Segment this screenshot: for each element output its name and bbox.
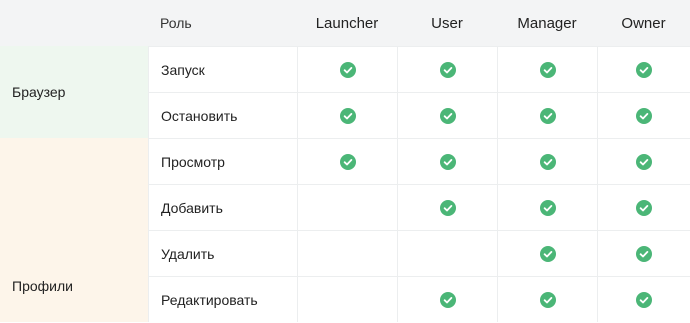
check-circle-icon [636, 245, 652, 262]
permission-cell [297, 92, 397, 138]
check-circle-icon [636, 291, 652, 308]
permission-cell [397, 276, 497, 322]
check-circle-icon [439, 61, 456, 78]
permission-cell [497, 184, 597, 230]
check-circle-icon [439, 107, 456, 124]
permission-cell [597, 276, 690, 322]
check-circle-icon [539, 107, 556, 124]
row-label: Запуск [148, 46, 297, 92]
group-browser: Браузер [0, 46, 148, 138]
permission-cell [397, 46, 497, 92]
row-label: Редактировать [148, 276, 297, 322]
check-circle-icon [636, 199, 652, 216]
header-user: User [397, 0, 497, 46]
header-role: Роль [148, 0, 297, 46]
permission-cell [297, 184, 397, 230]
permission-cell [497, 138, 597, 184]
header-launcher: Launcher [297, 0, 397, 46]
check-circle-icon [636, 61, 652, 78]
header-manager: Manager [497, 0, 597, 46]
check-circle-icon [339, 107, 356, 124]
permission-cell [497, 230, 597, 276]
check-circle-icon [539, 199, 556, 216]
header-empty-cell [0, 0, 148, 46]
permission-cell [597, 46, 690, 92]
check-circle-icon [439, 153, 456, 170]
row-label: Остановить [148, 92, 297, 138]
permission-cell [297, 230, 397, 276]
row-label: Удалить [148, 230, 297, 276]
group-profiles: Профили [0, 138, 148, 322]
permission-cell [497, 276, 597, 322]
check-circle-icon [439, 199, 456, 216]
check-circle-icon [539, 291, 556, 308]
permission-cell [497, 92, 597, 138]
permission-cell [297, 276, 397, 322]
permission-cell [397, 184, 497, 230]
header-owner: Owner [597, 0, 690, 46]
check-circle-icon [439, 291, 456, 308]
permissions-table: Роль Launcher User Manager Owner Браузер… [0, 0, 690, 322]
permission-cell [297, 46, 397, 92]
row-label: Просмотр [148, 138, 297, 184]
check-circle-icon [636, 153, 652, 170]
check-circle-icon [539, 153, 556, 170]
check-circle-icon [539, 61, 556, 78]
permission-cell [397, 92, 497, 138]
permission-cell [597, 230, 690, 276]
check-circle-icon [636, 107, 652, 124]
permission-cell [397, 138, 497, 184]
check-circle-icon [339, 61, 356, 78]
permission-cell [397, 230, 497, 276]
permission-cell [497, 46, 597, 92]
check-circle-icon [539, 245, 556, 262]
permission-cell [597, 184, 690, 230]
row-label: Добавить [148, 184, 297, 230]
permission-cell [597, 138, 690, 184]
permission-cell [297, 138, 397, 184]
permission-cell [597, 92, 690, 138]
check-circle-icon [339, 153, 356, 170]
